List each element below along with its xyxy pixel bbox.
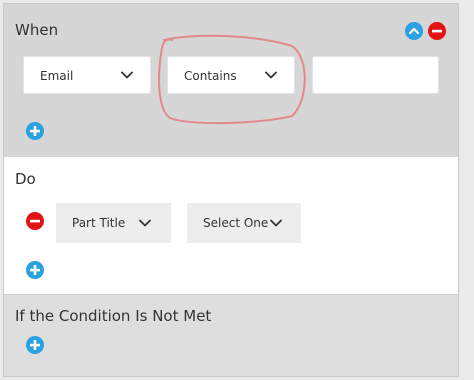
value-input[interactable] bbox=[312, 56, 439, 94]
do-title: Do bbox=[15, 170, 36, 188]
else-title: If the Condition Is Not Met bbox=[15, 307, 212, 325]
chevron-down-icon bbox=[139, 219, 151, 227]
action-select[interactable]: Part Title bbox=[56, 203, 171, 243]
plus-icon bbox=[30, 340, 40, 350]
minus-icon bbox=[30, 219, 40, 223]
field-select[interactable]: Email bbox=[23, 56, 151, 94]
chevron-down-icon bbox=[270, 219, 282, 227]
action-select-label: Part Title bbox=[72, 216, 126, 230]
annotation-circle bbox=[158, 34, 306, 125]
do-section: Do Part Title Select One bbox=[4, 157, 458, 294]
remove-rule-button[interactable] bbox=[428, 22, 446, 40]
collapse-up-button[interactable] bbox=[405, 22, 423, 40]
plus-icon bbox=[30, 265, 40, 275]
target-select[interactable]: Select One bbox=[187, 203, 301, 243]
when-title: When bbox=[15, 21, 59, 39]
chevron-up-icon bbox=[408, 27, 420, 35]
remove-action-button[interactable] bbox=[26, 212, 44, 230]
else-section: If the Condition Is Not Met bbox=[4, 294, 458, 376]
minus-icon bbox=[432, 29, 442, 33]
chevron-down-icon bbox=[121, 71, 133, 79]
add-condition-button[interactable] bbox=[26, 122, 44, 140]
add-else-action-button[interactable] bbox=[26, 336, 44, 354]
target-select-label: Select One bbox=[203, 216, 269, 230]
plus-icon bbox=[30, 126, 40, 136]
field-select-label: Email bbox=[40, 69, 74, 83]
add-action-button[interactable] bbox=[26, 261, 44, 279]
